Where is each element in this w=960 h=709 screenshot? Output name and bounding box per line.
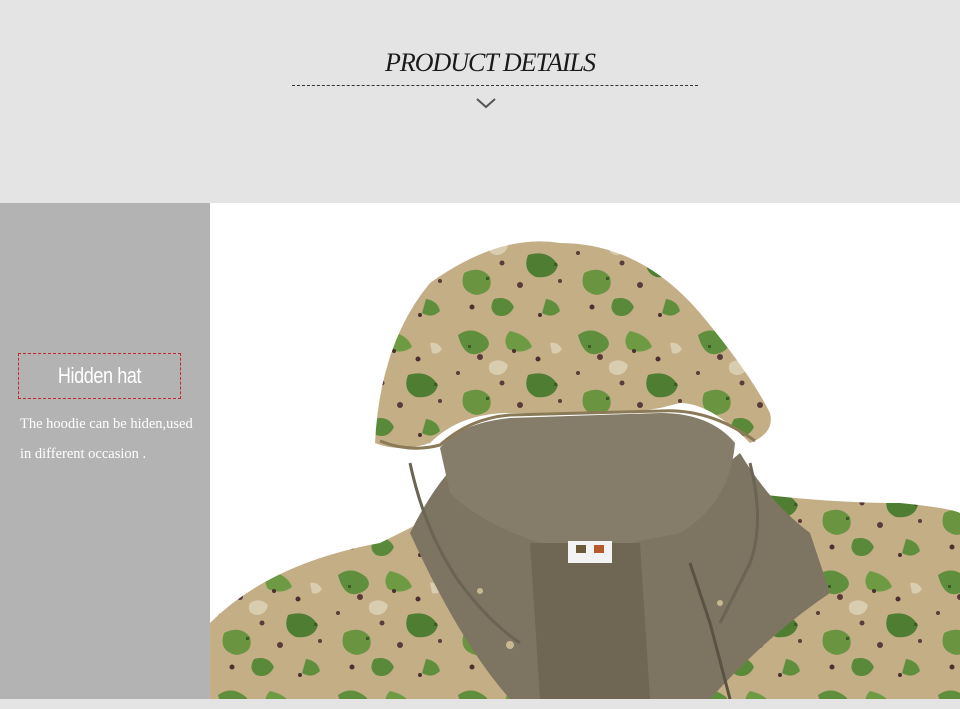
bottom-strip	[0, 699, 960, 709]
feature-heading: Hidden hat	[57, 363, 142, 388]
hoodie-illustration	[210, 241, 960, 699]
feature-heading-box: Hidden hat	[18, 353, 181, 399]
feature-description: The hoodie can be hiden,used in differen…	[20, 416, 193, 462]
title-divider	[292, 85, 698, 86]
chevron-down-icon	[476, 98, 496, 109]
feature-sidebar: Hidden hat The hoodie can be hiden,used …	[0, 203, 210, 699]
section-header: PRODUCT DETAILS	[0, 0, 960, 203]
section-title: PRODUCT DETAILS	[384, 48, 596, 77]
product-photo	[210, 203, 960, 699]
